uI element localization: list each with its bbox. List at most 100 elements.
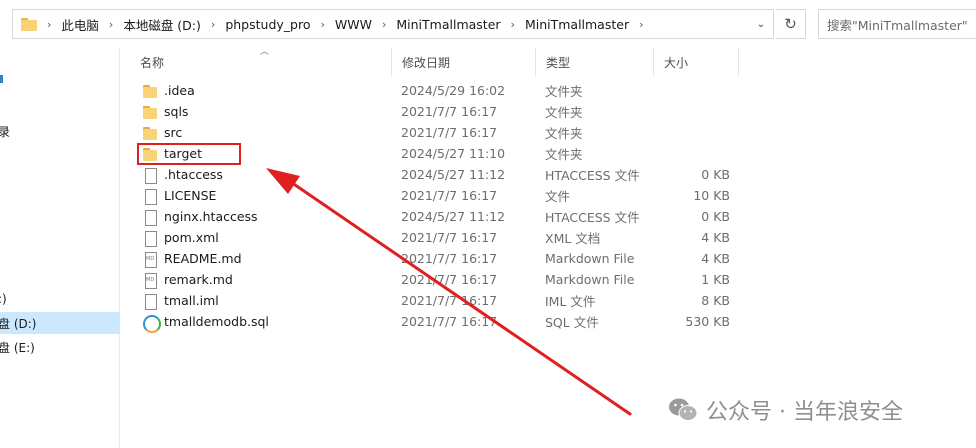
chevron-right-icon[interactable]: ›: [639, 18, 643, 31]
file-icon: [142, 167, 158, 184]
file-name[interactable]: tmalldemodb.sql: [164, 314, 269, 329]
file-row[interactable]: pom.xml 2021/7/7 16:17 XML 文档 4 KB: [138, 227, 746, 248]
breadcrumb-item-current[interactable]: MiniTmallmaster ›: [525, 10, 654, 38]
file-size: [658, 122, 730, 143]
file-name[interactable]: sqls: [164, 104, 188, 119]
file-date: 2021/7/7 16:17: [401, 104, 498, 119]
file-date: 2024/5/27 11:12: [401, 209, 506, 224]
markdown-file-icon: [142, 251, 158, 268]
file-type: 文件夹: [545, 126, 583, 141]
column-header-type[interactable]: 类型: [536, 48, 654, 76]
breadcrumb-item-this-pc[interactable]: 此电脑 ›: [61, 10, 123, 38]
file-size: 4 KB: [701, 230, 730, 245]
refresh-icon: ↻: [784, 15, 797, 33]
file-date: 2021/7/7 16:17: [401, 293, 498, 308]
file-type: SQL 文件: [545, 315, 599, 330]
file-row[interactable]: nginx.htaccess 2024/5/27 11:12 HTACCESS …: [138, 206, 746, 227]
breadcrumb-item-minitmallmaster[interactable]: MiniTmallmaster ›: [396, 10, 525, 38]
file-name[interactable]: remark.md: [164, 272, 233, 287]
column-header-size[interactable]: 大小: [654, 48, 739, 76]
file-row[interactable]: tmalldemodb.sql 2021/7/7 16:17 SQL 文件 53…: [138, 311, 746, 333]
file-size: 4 KB: [701, 251, 730, 266]
file-date: 2021/7/7 16:17: [401, 230, 498, 245]
file-icon: [142, 209, 158, 226]
watermark-text: 公众号 · 当年浪安全: [706, 400, 903, 425]
file-icon: [142, 230, 158, 247]
chevron-down-icon: ⌄: [756, 18, 766, 30]
breadcrumb-item-phpstudy[interactable]: phpstudy_pro ›: [225, 10, 335, 38]
nav-item-drive-e[interactable]: 盘 (E:): [0, 336, 35, 358]
file-row[interactable]: README.md 2021/7/7 16:17 Markdown File 4…: [138, 248, 746, 269]
sql-file-icon: [142, 314, 161, 333]
nav-item-recent[interactable]: 录: [0, 120, 10, 142]
file-name[interactable]: .htaccess: [164, 167, 223, 182]
folder-icon: [142, 125, 158, 141]
file-date: 2021/7/7 16:17: [401, 125, 498, 140]
markdown-file-icon: [142, 272, 158, 289]
navigation-pane[interactable]: 录 :) 盘 (D:) 盘 (E:): [0, 48, 120, 448]
file-type: 文件夹: [545, 147, 583, 162]
file-row[interactable]: src 2021/7/7 16:17 文件夹: [138, 122, 746, 143]
file-type: HTACCESS 文件: [545, 168, 640, 183]
file-size: 1 KB: [701, 272, 730, 287]
file-size: 530 KB: [685, 314, 730, 329]
file-name[interactable]: LICENSE: [164, 188, 216, 203]
search-placeholder: 搜索"MiniTmallmaster": [827, 17, 968, 33]
file-type: XML 文档: [545, 231, 601, 246]
nav-item-drive-c[interactable]: :): [0, 288, 7, 310]
file-size: [658, 143, 730, 164]
file-name[interactable]: .idea: [164, 83, 195, 98]
address-bar: › 此电脑 › 本地磁盘 (D:) › phpstudy_pro › WWW › Min…: [0, 0, 976, 48]
chevron-right-icon[interactable]: ›: [211, 18, 215, 31]
file-type: 文件夹: [545, 105, 583, 120]
file-date: 2024/5/29 16:02: [401, 83, 506, 98]
file-name[interactable]: pom.xml: [164, 230, 219, 245]
file-size: 8 KB: [701, 293, 730, 308]
nav-item-quick-access[interactable]: [0, 68, 3, 90]
breadcrumb-item-drive-d[interactable]: 本地磁盘 (D:) ›: [123, 10, 225, 38]
file-date: 2021/7/7 16:17: [401, 314, 498, 329]
breadcrumb[interactable]: › 此电脑 › 本地磁盘 (D:) › phpstudy_pro › WWW › Min…: [12, 9, 774, 39]
breadcrumb-item-www[interactable]: WWW ›: [335, 10, 397, 38]
breadcrumb-root-chevron[interactable]: ›: [43, 10, 61, 38]
watermark: 公众号 · 当年浪安全: [668, 394, 903, 426]
file-name[interactable]: nginx.htaccess: [164, 209, 258, 224]
chevron-right-icon[interactable]: ›: [109, 18, 113, 31]
file-name[interactable]: src: [164, 125, 182, 140]
column-header-name[interactable]: 名称: [130, 48, 392, 76]
chevron-right-icon[interactable]: ›: [382, 18, 386, 31]
chevron-right-icon[interactable]: ›: [511, 18, 515, 31]
pin-icon: [0, 75, 3, 83]
file-size: [658, 101, 730, 122]
chevron-right-icon[interactable]: ›: [320, 18, 324, 31]
search-input[interactable]: 搜索"MiniTmallmaster": [818, 9, 976, 39]
nav-item-drive-d[interactable]: 盘 (D:): [0, 312, 120, 334]
address-history-dropdown[interactable]: ⌄: [749, 10, 773, 38]
file-type: IML 文件: [545, 294, 596, 309]
refresh-button[interactable]: ↻: [776, 9, 806, 39]
folder-icon: [21, 17, 37, 31]
file-size: [658, 80, 730, 101]
file-row[interactable]: tmall.iml 2021/7/7 16:17 IML 文件 8 KB: [138, 290, 746, 311]
file-type: Markdown File: [545, 272, 635, 287]
wechat-logo-icon: [668, 397, 698, 423]
file-type: HTACCESS 文件: [545, 210, 640, 225]
file-row[interactable]: .idea 2024/5/29 16:02 文件夹: [138, 80, 746, 101]
column-header-row: 名称 修改日期 类型 大小: [130, 48, 976, 76]
file-row[interactable]: LICENSE 2021/7/7 16:17 文件 10 KB: [138, 185, 746, 206]
file-date: 2021/7/7 16:17: [401, 251, 498, 266]
file-date: 2021/7/7 16:17: [401, 188, 498, 203]
file-row[interactable]: remark.md 2021/7/7 16:17 Markdown File 1…: [138, 269, 746, 290]
file-icon: [142, 293, 158, 310]
file-type: 文件夹: [545, 84, 583, 99]
file-row[interactable]: .htaccess 2024/5/27 11:12 HTACCESS 文件 0 …: [138, 164, 746, 185]
file-row[interactable]: sqls 2021/7/7 16:17 文件夹: [138, 101, 746, 122]
file-size: 0 KB: [701, 209, 730, 224]
file-date: 2021/7/7 16:17: [401, 272, 498, 287]
file-name[interactable]: README.md: [164, 251, 242, 266]
file-type: 文件: [545, 189, 571, 204]
column-header-date[interactable]: 修改日期: [392, 48, 536, 76]
file-name[interactable]: tmall.iml: [164, 293, 219, 308]
file-date: 2024/5/27 11:10: [401, 146, 506, 161]
file-icon: [142, 188, 158, 205]
